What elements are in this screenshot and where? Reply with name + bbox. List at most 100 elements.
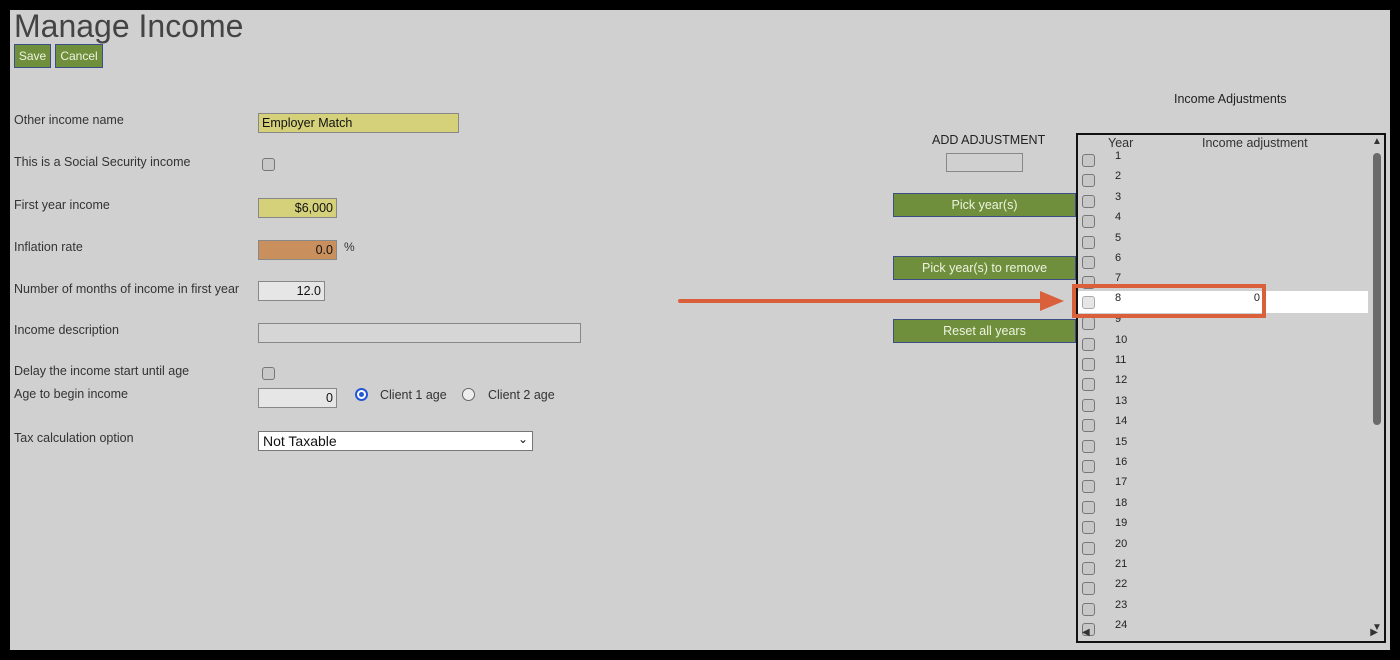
row-checkbox[interactable] xyxy=(1082,358,1095,371)
row-checkbox[interactable] xyxy=(1082,256,1095,269)
row-year: 8 xyxy=(1115,291,1122,304)
row-checkbox[interactable] xyxy=(1082,174,1095,188)
table-row[interactable]: 23 xyxy=(1078,598,1368,618)
scroll-thumb[interactable] xyxy=(1373,153,1381,425)
inflation-rate-input[interactable]: 0.0 xyxy=(258,240,337,260)
table-row[interactable]: 10 xyxy=(1078,333,1368,353)
row-checkbox[interactable] xyxy=(1082,521,1095,535)
row-checkbox[interactable] xyxy=(1082,582,1095,596)
table-row[interactable]: 18 xyxy=(1078,496,1368,516)
reset-all-years-button[interactable]: Reset all years xyxy=(893,319,1076,343)
table-row[interactable]: 19 xyxy=(1078,516,1368,536)
row-year: 5 xyxy=(1115,231,1122,244)
table-row[interactable]: 20 xyxy=(1078,537,1368,557)
row-year: 1 xyxy=(1115,150,1122,162)
row-year: 14 xyxy=(1115,415,1128,428)
social-security-checkbox[interactable] xyxy=(262,158,275,171)
row-year: 16 xyxy=(1115,456,1128,468)
client2-age-radio[interactable] xyxy=(462,388,475,401)
table-row[interactable]: 21 xyxy=(1078,557,1368,577)
year-column-header: Year xyxy=(1108,136,1134,150)
horizontal-scrollbar[interactable]: ◀ ▶ xyxy=(1082,628,1378,640)
row-checkbox[interactable] xyxy=(1082,276,1095,290)
table-row[interactable]: 15 xyxy=(1078,435,1368,455)
income-description-label: Income description xyxy=(14,323,119,337)
page-title: Manage Income xyxy=(14,10,244,44)
table-row[interactable]: 80 xyxy=(1078,290,1368,313)
row-checkbox[interactable] xyxy=(1082,500,1095,514)
cancel-button[interactable]: Cancel xyxy=(55,44,103,68)
table-row[interactable]: 1 xyxy=(1078,149,1368,169)
delay-start-label: Delay the income start until age xyxy=(14,364,190,378)
client1-age-radio[interactable] xyxy=(355,388,368,401)
row-checkbox[interactable] xyxy=(1082,194,1095,208)
first-year-income-label: First year income xyxy=(14,198,110,212)
row-checkbox[interactable] xyxy=(1082,378,1095,392)
row-year: 3 xyxy=(1115,190,1122,203)
months-first-year-input[interactable]: 12.0 xyxy=(258,281,325,301)
row-checkbox[interactable] xyxy=(1082,398,1095,412)
first-year-income-input[interactable]: $6,000 xyxy=(258,198,337,218)
chevron-down-icon: ⌄ xyxy=(517,432,528,446)
add-adjustment-input[interactable] xyxy=(946,153,1023,172)
row-adjustment-value[interactable]: 0 xyxy=(1254,292,1260,304)
row-year: 12 xyxy=(1115,374,1128,387)
manage-income-page: Manage Income Save Cancel Other income n… xyxy=(10,10,1390,650)
table-row[interactable]: 22 xyxy=(1078,577,1368,597)
row-checkbox[interactable] xyxy=(1082,439,1095,453)
row-checkbox[interactable] xyxy=(1082,602,1095,616)
table-row[interactable]: 17 xyxy=(1078,475,1368,495)
begin-age-input[interactable]: 0 xyxy=(258,388,337,408)
percent-unit: % xyxy=(344,240,355,254)
vertical-scrollbar[interactable]: ▲ ▼ xyxy=(1372,137,1382,633)
row-checkbox[interactable] xyxy=(1082,295,1095,309)
table-row[interactable]: 3 xyxy=(1078,190,1368,210)
row-checkbox[interactable] xyxy=(1082,460,1095,473)
pick-years-button[interactable]: Pick year(s) xyxy=(893,193,1076,217)
income-adjustments-table[interactable]: Year Income adjustment 1 2 3 4 5 6 7 8 0 9 10 11 12 1… xyxy=(1076,133,1386,643)
client1-age-label: Client 1 age xyxy=(380,388,447,402)
row-checkbox[interactable] xyxy=(1082,541,1095,555)
row-year: 21 xyxy=(1115,558,1128,570)
table-row[interactable]: 9 xyxy=(1078,312,1368,332)
row-year: 6 xyxy=(1115,252,1122,264)
row-year: 4 xyxy=(1115,211,1122,224)
scroll-right-icon[interactable]: ▶ xyxy=(1370,628,1378,638)
client2-age-label: Client 2 age xyxy=(488,388,555,402)
table-row[interactable]: 11 xyxy=(1078,353,1368,373)
row-checkbox[interactable] xyxy=(1082,419,1095,433)
tax-option-select[interactable]: Not Taxable ⌄ xyxy=(258,431,533,451)
row-checkbox[interactable] xyxy=(1082,337,1095,351)
scroll-left-icon[interactable]: ◀ xyxy=(1082,628,1090,638)
table-row[interactable]: 2 xyxy=(1078,169,1368,189)
row-checkbox[interactable] xyxy=(1082,480,1095,494)
scroll-up-icon[interactable]: ▲ xyxy=(1372,137,1382,147)
table-row[interactable]: 16 xyxy=(1078,455,1368,475)
row-checkbox[interactable] xyxy=(1082,235,1095,249)
delay-start-checkbox[interactable] xyxy=(262,367,275,380)
row-year: 7 xyxy=(1115,272,1122,285)
begin-age-label: Age to begin income xyxy=(14,387,128,401)
income-description-input[interactable] xyxy=(258,323,581,343)
table-row[interactable]: 7 xyxy=(1078,271,1368,291)
row-checkbox[interactable] xyxy=(1082,215,1095,229)
row-checkbox[interactable] xyxy=(1082,562,1095,575)
pick-years-remove-button[interactable]: Pick year(s) to remove xyxy=(893,256,1076,280)
row-year: 17 xyxy=(1115,476,1128,489)
adjustment-column-header: Income adjustment xyxy=(1202,136,1308,150)
table-row[interactable]: 14 xyxy=(1078,414,1368,434)
row-year: 19 xyxy=(1115,517,1128,530)
row-checkbox[interactable] xyxy=(1082,317,1095,331)
table-row[interactable]: 13 xyxy=(1078,394,1368,414)
table-row[interactable]: 12 xyxy=(1078,373,1368,393)
save-button[interactable]: Save xyxy=(14,44,51,68)
tax-option-value: Not Taxable xyxy=(263,433,337,449)
other-income-name-label: Other income name xyxy=(14,113,124,127)
table-row[interactable]: 4 xyxy=(1078,210,1368,230)
table-row[interactable]: 5 xyxy=(1078,231,1368,251)
row-checkbox[interactable] xyxy=(1082,154,1095,167)
callout-arrow-icon xyxy=(678,291,1064,311)
table-row[interactable]: 6 xyxy=(1078,251,1368,271)
other-income-name-input[interactable]: Employer Match xyxy=(258,113,459,133)
row-year: 22 xyxy=(1115,578,1128,591)
